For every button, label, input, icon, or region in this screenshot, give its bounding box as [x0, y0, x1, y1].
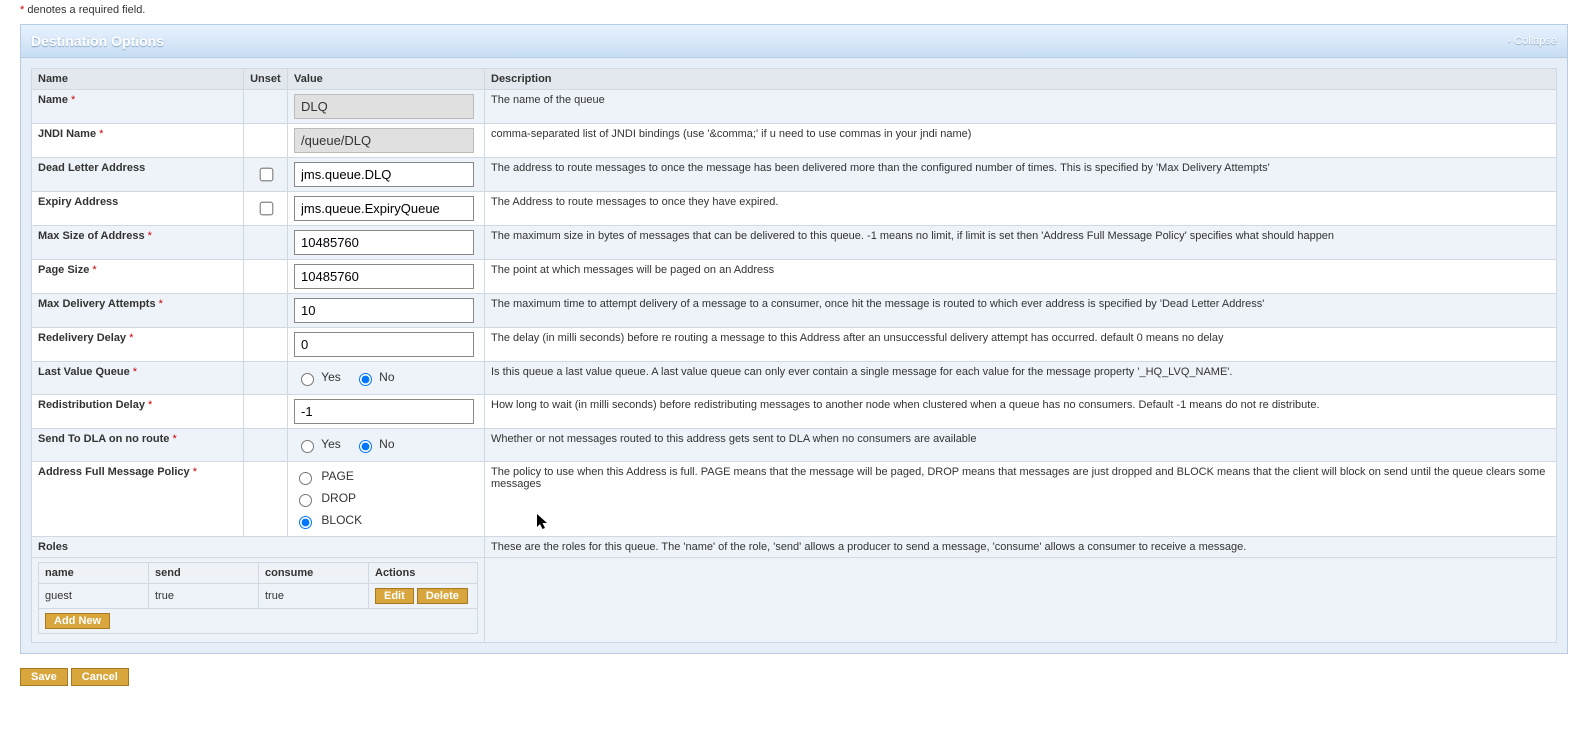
role-send: true — [149, 584, 259, 609]
radio-policy-block[interactable]: BLOCK — [294, 510, 478, 532]
label-redist: Redistribution Delay * — [32, 395, 244, 429]
save-button[interactable]: Save — [20, 668, 68, 686]
roles-col-actions: Actions — [369, 563, 478, 584]
radio-lvq: Yes No — [294, 366, 478, 390]
required-note-text: denotes a required field. — [24, 4, 145, 16]
col-header-name: Name — [32, 69, 244, 90]
input-maxsize[interactable] — [294, 230, 474, 255]
label-expiry: Expiry Address — [32, 192, 244, 226]
roles-col-name: name — [39, 563, 149, 584]
collapse-link[interactable]: - Collapse — [1507, 35, 1557, 47]
desc-jndi: comma-separated list of JNDI bindings (u… — [485, 124, 1557, 158]
desc-sendtodla: Whether or not messages routed to this a… — [485, 429, 1557, 462]
desc-maxdel: The maximum time to attempt delivery of … — [485, 294, 1557, 328]
input-name — [294, 94, 474, 119]
desc-redel: The delay (in milli seconds) before re r… — [485, 328, 1557, 362]
input-expiry[interactable] — [294, 196, 474, 221]
label-pagesize: Page Size * — [32, 260, 244, 294]
col-header-desc: Description — [485, 69, 1557, 90]
desc-dla: The address to route messages to once th… — [485, 158, 1557, 192]
radio-lvq-no[interactable]: No — [354, 370, 395, 384]
panel-title: Destination Options — [31, 33, 164, 49]
label-sendtodla: Send To DLA on no route * — [32, 429, 244, 462]
input-redel[interactable] — [294, 332, 474, 357]
desc-lvq: Is this queue a last value queue. A last… — [485, 362, 1557, 395]
desc-maxsize: The maximum size in bytes of messages th… — [485, 226, 1557, 260]
desc-redist: How long to wait (in milli seconds) befo… — [485, 395, 1557, 429]
desc-expiry: The Address to route messages to once th… — [485, 192, 1557, 226]
delete-role-button[interactable]: Delete — [417, 588, 468, 604]
options-table: Name Unset Value Description Name * The … — [31, 68, 1557, 643]
panel-body: Name Unset Value Description Name * The … — [21, 58, 1567, 653]
radio-policy-drop[interactable]: DROP — [294, 488, 478, 510]
label-lvq: Last Value Queue * — [32, 362, 244, 395]
desc-name: The name of the queue — [485, 90, 1557, 124]
label-name: Name * — [32, 90, 244, 124]
cancel-button[interactable]: Cancel — [71, 668, 129, 686]
edit-role-button[interactable]: Edit — [375, 588, 414, 604]
required-field-note: * denotes a required field. — [20, 4, 1568, 16]
label-policy: Address Full Message Policy * — [32, 462, 244, 537]
input-jndi — [294, 128, 474, 153]
col-header-unset: Unset — [244, 69, 288, 90]
radio-policy: PAGE DROP BLOCK — [294, 466, 478, 532]
roles-table: name send consume Actions guest true — [38, 562, 478, 634]
radio-sendtodla-no[interactable]: No — [354, 437, 395, 451]
label-maxdel: Max Delivery Attempts * — [32, 294, 244, 328]
input-dla[interactable] — [294, 162, 474, 187]
label-roles: Roles — [32, 537, 485, 558]
roles-col-send: send — [149, 563, 259, 584]
panel-header: Destination Options - Collapse — [21, 25, 1567, 58]
form-actions: Save Cancel — [20, 668, 1568, 686]
label-maxsize: Max Size of Address * — [32, 226, 244, 260]
role-consume: true — [259, 584, 369, 609]
roles-col-consume: consume — [259, 563, 369, 584]
label-redel: Redelivery Delay * — [32, 328, 244, 362]
desc-roles: These are the roles for this queue. The … — [485, 537, 1557, 558]
add-role-button[interactable]: Add New — [45, 613, 110, 629]
radio-policy-page[interactable]: PAGE — [294, 466, 478, 488]
input-maxdel[interactable] — [294, 298, 474, 323]
radio-sendtodla-yes[interactable]: Yes — [296, 437, 341, 451]
destination-options-panel: Destination Options - Collapse Name Unse… — [20, 24, 1568, 654]
desc-policy: The policy to use when this Address is f… — [485, 462, 1557, 537]
label-dla: Dead Letter Address — [32, 158, 244, 192]
col-header-value: Value — [288, 69, 485, 90]
radio-lvq-yes[interactable]: Yes — [296, 370, 341, 384]
label-jndi: JNDI Name * — [32, 124, 244, 158]
input-redist[interactable] — [294, 399, 474, 424]
radio-sendtodla: Yes No — [294, 433, 478, 457]
role-name: guest — [39, 584, 149, 609]
desc-pagesize: The point at which messages will be page… — [485, 260, 1557, 294]
unset-dla[interactable] — [259, 168, 273, 182]
input-pagesize[interactable] — [294, 264, 474, 289]
table-row: guest true true Edit Delete — [39, 584, 478, 609]
unset-expiry[interactable] — [259, 202, 273, 216]
